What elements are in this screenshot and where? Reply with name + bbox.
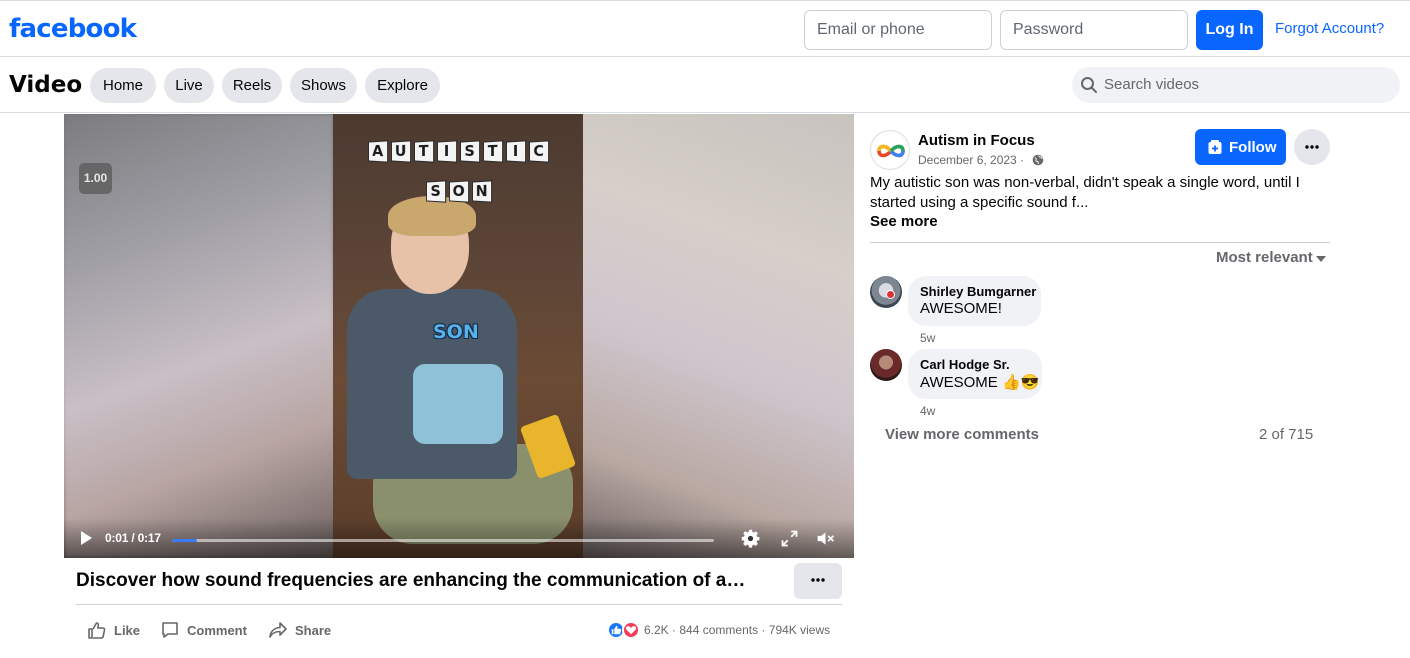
search-videos-input[interactable]: Search videos (1072, 67, 1400, 103)
comment-time[interactable]: 4w (920, 404, 935, 418)
view-more-comments-link[interactable]: View more comments (885, 426, 1039, 443)
video-nav-bar: Video Home Live Reels Shows Explore Sear… (0, 57, 1410, 113)
letter-block: S (460, 140, 481, 163)
playback-speed-badge[interactable]: 1.00 (79, 163, 112, 194)
see-more-link[interactable]: See more (870, 213, 938, 230)
heart-reaction-icon (622, 621, 640, 639)
comment-time[interactable]: 5w (920, 331, 935, 345)
more-dots-icon (811, 578, 825, 582)
comment-button[interactable]: Comment (160, 620, 255, 640)
progress-bar[interactable] (172, 539, 714, 542)
page-title: Video (9, 72, 83, 98)
comment-text: AWESOME! (920, 300, 1002, 317)
post-more-button[interactable] (794, 563, 842, 599)
video-controls: 0:01 / 0:17 (64, 518, 854, 558)
page-name[interactable]: Autism in Focus (918, 132, 1035, 149)
share-icon (269, 622, 287, 638)
video-player[interactable]: AUTISTIC SON SON 1.00 0:01 / 0:17 (64, 114, 854, 558)
letter-block: A (368, 140, 389, 163)
avatar[interactable] (870, 349, 902, 381)
progress-fill (172, 539, 197, 542)
video-time: 0:01 / 0:17 (105, 531, 161, 545)
globe-icon (1032, 154, 1044, 166)
letter-block: I (437, 140, 458, 163)
engagement-stats: 6.2K · 844 comments · 794K views (644, 623, 830, 637)
comments-page-count: 2 of 715 (1259, 426, 1314, 443)
post-divider (76, 604, 842, 605)
post-details-panel: Autism in Focus December 6, 2023 · Follo… (854, 114, 1410, 658)
letter-block: I (506, 140, 527, 163)
post-description: My autistic son was non-verbal, didn't s… (870, 174, 1300, 211)
comment-label: Comment (187, 623, 247, 638)
video-subject-shirt-print (413, 364, 503, 444)
views-count: 794K views (768, 623, 831, 637)
share-label: Share (295, 623, 332, 638)
comment-icon (162, 622, 178, 638)
letter-block: T (414, 140, 435, 163)
search-placeholder: Search videos (1104, 76, 1200, 93)
shirt-son-label: SON (433, 321, 479, 343)
page-more-button[interactable] (1294, 129, 1330, 165)
avatar-badge (886, 290, 895, 299)
letter-block: N (471, 180, 492, 203)
video-blur-right (583, 114, 854, 558)
tab-home[interactable]: Home (90, 68, 156, 103)
comment-bubble: Carl Hodge Sr. AWESOME 👍😎 (908, 349, 1042, 399)
tab-shows[interactable]: Shows (290, 68, 357, 103)
post-date[interactable]: December 6, 2023 · (918, 153, 1024, 167)
tab-live[interactable]: Live (164, 68, 214, 103)
page-avatar[interactable] (870, 130, 910, 170)
follow-page-icon (1208, 140, 1222, 154)
password-field[interactable]: Password (1000, 10, 1188, 50)
comments-count[interactable]: 844 comments (679, 623, 758, 637)
facebook-logo[interactable]: facebook (9, 14, 137, 44)
avatar[interactable] (870, 276, 902, 308)
letter-block: C (529, 140, 550, 163)
follow-button[interactable]: Follow (1195, 129, 1286, 165)
share-button[interactable]: Share (268, 620, 338, 640)
comments-divider (870, 242, 1330, 243)
like-label: Like (114, 623, 141, 638)
video-frame: AUTISTIC SON SON (333, 114, 583, 558)
overlay-word-son: SON (333, 180, 583, 203)
like-button[interactable]: Like (87, 620, 147, 640)
stats-separator: · (672, 623, 677, 637)
reaction-count[interactable]: 6.2K (644, 623, 669, 637)
mute-icon[interactable] (815, 528, 836, 549)
email-field[interactable]: Email or phone (804, 10, 992, 50)
fullscreen-icon[interactable] (779, 528, 800, 549)
stats-separator: · (761, 623, 766, 637)
comment-sort-dropdown[interactable]: Most relevant (1216, 249, 1313, 266)
forgot-account-link[interactable]: Forgot Account? (1275, 20, 1384, 37)
infinity-logo-icon (877, 144, 905, 158)
comment-bubble: Shirley Bumgarner AWESOME! (908, 276, 1041, 326)
login-button[interactable]: Log In (1196, 10, 1263, 50)
comment-author[interactable]: Shirley Bumgarner (920, 284, 1036, 299)
play-icon[interactable] (78, 530, 94, 546)
search-icon (1081, 77, 1097, 93)
tab-reels[interactable]: Reels (222, 68, 282, 103)
comment-author[interactable]: Carl Hodge Sr. (920, 357, 1030, 372)
post-title: Discover how sound frequencies are enhan… (76, 570, 746, 591)
top-bar: facebook Email or phone Password Log In … (0, 0, 1410, 57)
tab-explore[interactable]: Explore (365, 68, 440, 103)
caret-down-icon[interactable] (1316, 256, 1326, 262)
overlay-word-autistic: AUTISTIC (333, 140, 583, 163)
letter-block: T (483, 140, 504, 163)
letter-block: O (448, 180, 469, 203)
thumbs-up-icon (88, 622, 106, 639)
letter-block: U (391, 140, 412, 163)
reactions-summary[interactable]: 6.2K · 844 comments · 794K views (607, 620, 843, 640)
more-dots-icon (1305, 145, 1319, 149)
gear-icon[interactable] (740, 528, 761, 549)
comment-text: AWESOME 👍😎 (920, 374, 1040, 391)
letter-block: S (425, 180, 446, 203)
follow-label: Follow (1229, 139, 1277, 156)
